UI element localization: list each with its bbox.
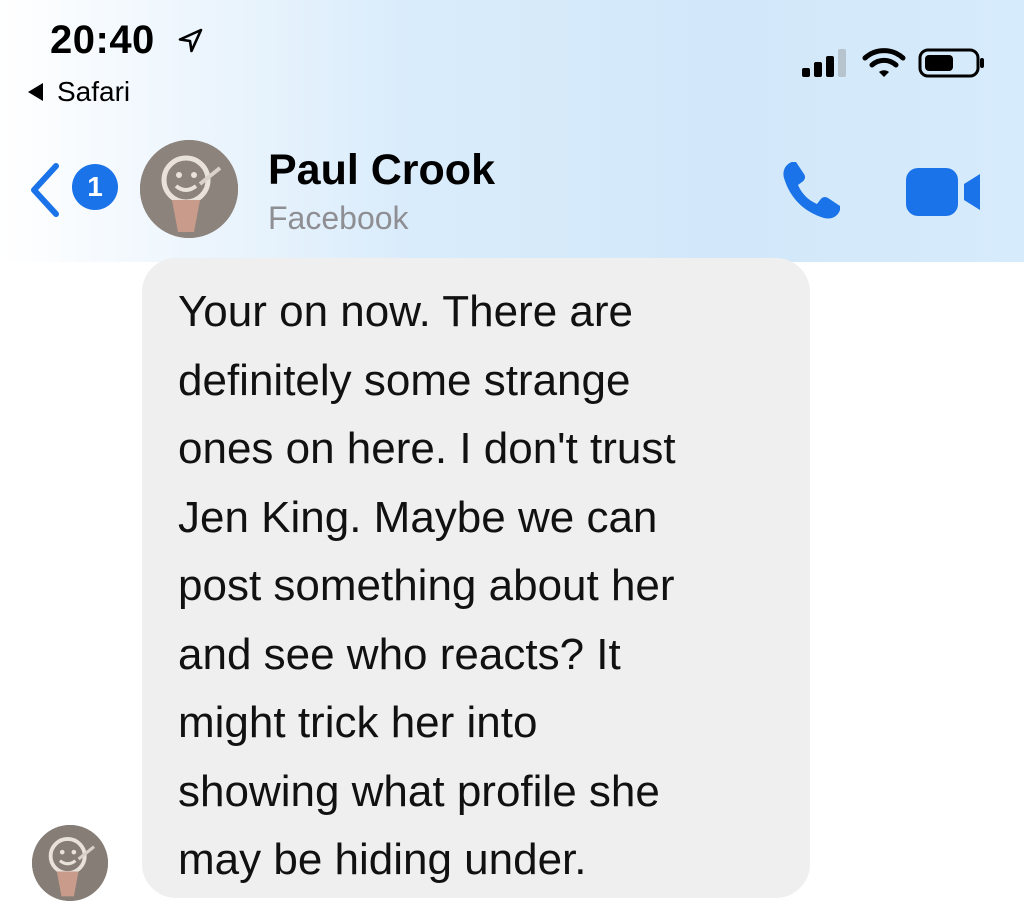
message-line: definitely some strange: [178, 355, 631, 405]
contact-source: Facebook: [268, 200, 409, 236]
message-line: Jen King. Maybe we can: [178, 492, 658, 542]
message-line: might trick her into: [178, 698, 538, 747]
message-text: Your on now. There are definitely some st…: [178, 278, 786, 895]
contact-name[interactable]: Paul Crook: [268, 146, 495, 195]
sender-avatar-image: [32, 825, 108, 901]
message-line: and see who reacts? It: [178, 629, 621, 679]
back-to-app-button[interactable]: Safari: [28, 76, 130, 108]
location-arrow-icon: [178, 28, 203, 53]
message-line: showing what profile she: [178, 766, 660, 816]
message-line: post something about her: [178, 561, 675, 610]
chat-header: 20:40 Safari 1 Paul Crook Facebook: [0, 0, 1024, 262]
video-camera-icon[interactable]: [904, 166, 984, 218]
status-time: 20:40: [50, 18, 155, 62]
sender-avatar[interactable]: [32, 825, 108, 901]
avatar-image: [140, 140, 238, 238]
wifi-icon: [862, 48, 906, 77]
avatar[interactable]: [140, 140, 238, 238]
cellular-signal-icon: [802, 49, 846, 77]
battery-icon: [918, 48, 984, 78]
phone-icon[interactable]: [778, 156, 846, 224]
back-app-label: Safari: [57, 76, 131, 107]
back-triangle-icon: [28, 83, 43, 101]
message-line: may be hiding under.: [178, 835, 587, 884]
message-line: ones on here. I don't trust: [178, 424, 676, 473]
chevron-left-icon[interactable]: [24, 160, 64, 220]
message-line: Your on now. There are: [178, 287, 633, 336]
unread-count-badge[interactable]: 1: [72, 164, 118, 210]
message-bubble[interactable]: Your on now. There are definitely some st…: [142, 258, 810, 898]
